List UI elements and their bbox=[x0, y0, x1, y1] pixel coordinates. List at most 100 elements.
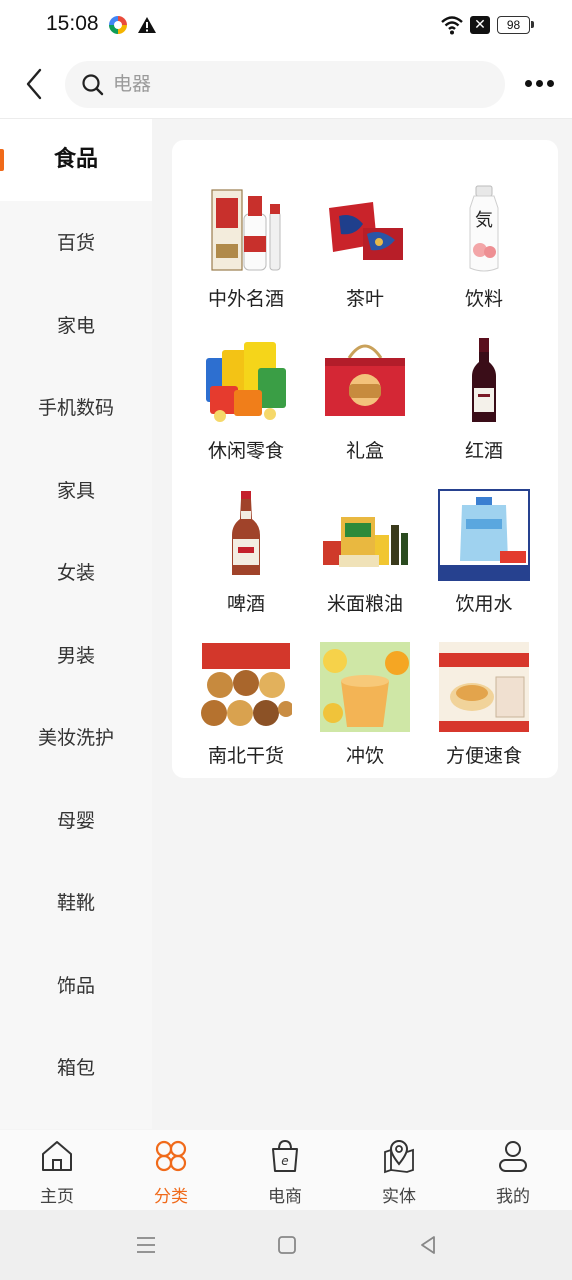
more-dot-icon bbox=[547, 80, 554, 87]
category-label: 南北干货 bbox=[207, 745, 284, 767]
category-label: 茶叶 bbox=[345, 288, 384, 310]
sidebar-item-mother-baby[interactable]: 母婴 bbox=[0, 780, 152, 862]
more-dot-icon bbox=[536, 80, 543, 87]
category-label: 休闲零食 bbox=[207, 440, 284, 462]
sidebar-item-shoes-boots[interactable]: 鞋靴 bbox=[0, 862, 152, 944]
sidebar-item-bags[interactable]: 箱包 bbox=[0, 1027, 152, 1109]
system-navigation-bar bbox=[0, 1210, 572, 1280]
map-pin-icon bbox=[384, 1140, 414, 1174]
nav-item-profile[interactable]: 我的 bbox=[456, 1130, 570, 1210]
search-box[interactable]: 电器 bbox=[65, 61, 505, 108]
profile-icon bbox=[499, 1141, 527, 1172]
home-icon bbox=[42, 1141, 72, 1171]
snacks-image bbox=[206, 342, 286, 422]
svg-text:e: e bbox=[281, 1154, 288, 1168]
nav-label: 我的 bbox=[496, 1187, 530, 1207]
category-instant-food[interactable]: 方便速食 bbox=[424, 641, 544, 781]
tea-gift-box-image bbox=[329, 202, 403, 260]
back-button[interactable] bbox=[18, 64, 54, 104]
brewed-drink-image bbox=[320, 642, 410, 732]
svg-text:気: 気 bbox=[475, 210, 493, 231]
grain-oil-image bbox=[323, 517, 408, 567]
nav-item-ecommerce[interactable]: e 电商 bbox=[228, 1130, 342, 1210]
category-grid: 中外名酒 茶叶 気 饮料 休闲零食 礼盒 红酒 啤酒 米面粮油 饮用水 南北干货… bbox=[172, 140, 558, 778]
sidebar-item-womens-wear[interactable]: 女装 bbox=[0, 532, 152, 614]
sidebar-item-mens-wear[interactable]: 男装 bbox=[0, 615, 152, 697]
category-grain-oil[interactable]: 米面粮油 bbox=[305, 489, 425, 629]
sidebar-item-label: 鞋靴 bbox=[56, 892, 95, 914]
sidebar-item-appliances[interactable]: 家电 bbox=[0, 285, 152, 367]
home-button-icon[interactable] bbox=[276, 1234, 298, 1256]
category-label: 礼盒 bbox=[345, 440, 384, 462]
sidebar-item-food[interactable]: 食品 bbox=[0, 119, 152, 201]
bottom-navigation: 主页 分类 e 电商 实体 我的 bbox=[0, 1130, 572, 1210]
nav-label: 主页 bbox=[40, 1187, 74, 1207]
sidebar-item-label: 箱包 bbox=[56, 1057, 95, 1079]
sidebar-item-beauty-care[interactable]: 美妆洗护 bbox=[0, 697, 152, 779]
more-options-button[interactable] bbox=[522, 74, 556, 94]
sidebar-item-label: 百货 bbox=[56, 232, 95, 254]
sidebar-item-general-goods[interactable]: 百货 bbox=[0, 202, 152, 284]
sidebar-item-phones-digital[interactable]: 手机数码 bbox=[0, 367, 152, 449]
sidebar-item-label: 女装 bbox=[56, 562, 95, 584]
category-label: 啤酒 bbox=[226, 593, 265, 615]
sidebar-item-label: 食品 bbox=[53, 147, 98, 172]
gift-box-image bbox=[325, 344, 405, 416]
app-notification-icon bbox=[109, 16, 127, 34]
more-dot-icon bbox=[525, 80, 532, 87]
category-brewed-drink[interactable]: 冲饮 bbox=[305, 641, 425, 781]
category-beverage[interactable]: 気 饮料 bbox=[424, 184, 544, 324]
category-red-wine[interactable]: 红酒 bbox=[424, 336, 544, 476]
category-dried-goods[interactable]: 南北干货 bbox=[186, 641, 306, 781]
category-label: 中外名酒 bbox=[207, 288, 284, 310]
category-liquor[interactable]: 中外名酒 bbox=[186, 184, 306, 324]
red-wine-image bbox=[472, 338, 496, 422]
water-jug-image bbox=[438, 489, 530, 581]
category-label: 方便速食 bbox=[445, 745, 522, 767]
category-snacks[interactable]: 休闲零食 bbox=[186, 336, 306, 476]
category-label: 红酒 bbox=[464, 440, 503, 462]
category-label: 饮用水 bbox=[455, 593, 513, 615]
battery-level: 98 bbox=[497, 16, 530, 34]
search-icon bbox=[82, 74, 104, 96]
instant-food-image bbox=[439, 642, 529, 732]
sidebar-item-label: 美妆洗护 bbox=[37, 727, 114, 749]
recent-apps-icon[interactable] bbox=[135, 1234, 157, 1256]
sidebar-item-label: 家具 bbox=[56, 480, 95, 502]
category-drinking-water[interactable]: 饮用水 bbox=[424, 489, 544, 629]
category-label: 冲饮 bbox=[345, 745, 384, 767]
sidebar-item-label: 家电 bbox=[56, 315, 95, 337]
category-label: 米面粮油 bbox=[326, 593, 403, 615]
category-label: 饮料 bbox=[464, 288, 503, 310]
dried-goods-image bbox=[201, 643, 292, 726]
category-beer[interactable]: 啤酒 bbox=[186, 489, 306, 629]
status-bar: 15:08 ✕ 98 bbox=[0, 0, 572, 52]
search-header: 电器 bbox=[0, 52, 572, 119]
warning-icon bbox=[138, 17, 156, 33]
sidebar-item-label: 母婴 bbox=[56, 810, 95, 832]
sidebar-item-furniture[interactable]: 家具 bbox=[0, 450, 152, 532]
back-nav-icon[interactable] bbox=[417, 1234, 439, 1256]
nav-label: 实体 bbox=[382, 1187, 416, 1207]
beverage-bottle-image: 気 bbox=[469, 185, 499, 272]
active-indicator bbox=[0, 149, 4, 171]
sidebar-item-label: 男装 bbox=[56, 645, 95, 667]
beer-bottle-image bbox=[232, 491, 260, 575]
status-time: 15:08 bbox=[46, 12, 99, 35]
category-sidebar: 食品 百货 家电 手机数码 家具 女装 男装 美妆洗护 母婴 鞋靴 饰品 箱包 bbox=[0, 119, 152, 1129]
category-icon bbox=[155, 1140, 187, 1172]
wifi-icon bbox=[441, 16, 463, 35]
search-input[interactable]: 电器 bbox=[113, 61, 151, 108]
nav-item-category[interactable]: 分类 bbox=[114, 1130, 228, 1210]
category-tea[interactable]: 茶叶 bbox=[305, 184, 425, 324]
nav-item-physical-store[interactable]: 实体 bbox=[342, 1130, 456, 1210]
shopping-bag-icon: e bbox=[272, 1139, 298, 1172]
no-sim-icon: ✕ bbox=[470, 16, 490, 34]
sidebar-item-accessories[interactable]: 饰品 bbox=[0, 945, 152, 1027]
liquor-image bbox=[211, 189, 281, 271]
category-gift-box[interactable]: 礼盒 bbox=[305, 336, 425, 476]
nav-label: 分类 bbox=[154, 1187, 188, 1207]
nav-label: 电商 bbox=[268, 1187, 302, 1207]
nav-item-home[interactable]: 主页 bbox=[0, 1130, 114, 1210]
sidebar-item-label: 饰品 bbox=[56, 975, 95, 997]
